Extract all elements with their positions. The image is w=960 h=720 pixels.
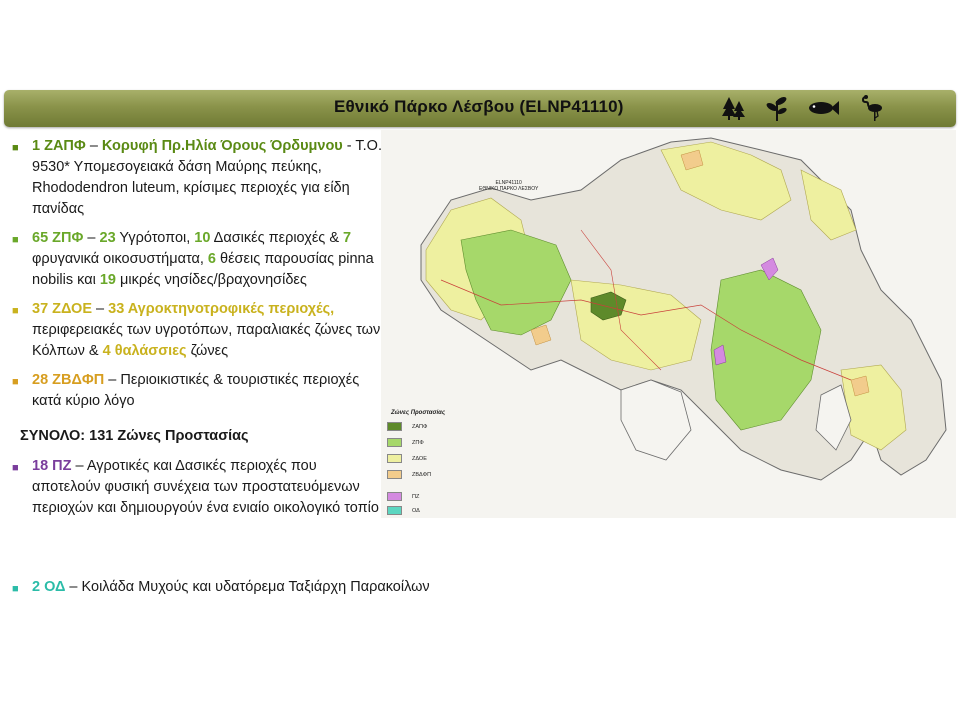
bullet-zapf: ■ 1 ΖΑΠΦ – Κορυφή Πρ.Ηλία Όρους Όρδυμνου… [12,138,382,217]
bullet-marker: ■ [12,462,19,474]
legend-item-zdoe: ΖΔΟΕ [387,454,427,463]
bullet-marker: ■ [12,305,19,317]
bullet-zvdfp: ■ 28 ΖΒΔΦΠ – Περιοικιστικές & τουριστικέ… [12,372,360,409]
legend-swatch [387,454,402,463]
legend-swatch [387,506,402,515]
bullet-pz: ■ 18 ΠΖ – Αγροτικές και Δασικές περιοχές… [12,458,379,516]
legend-item-od: ΟΔ [387,506,420,515]
lesvos-park-map: ELNP41110 ΕΘΝΙΚΟ ΠΑΡΚΟ ΛΕΣΒΟΥ Ζώνες Προσ… [381,130,956,518]
legend-item-pz: ΠΖ [387,492,419,501]
forest-icon [722,97,745,120]
fish-icon [809,101,839,115]
flamingo-icon [861,95,882,121]
bullet-zpf: ■ 65 ΖΠΦ – 23 Υγρότοποι, 10 Δασικές περι… [12,230,374,288]
legend-item-zvdfp: ΖΒΔΦΠ [387,470,431,479]
bullet-marker: ■ [12,234,19,246]
title-banner: Εθνικό Πάρκο Λέσβου (ELNP41110) [4,90,956,127]
legend-title: Ζώνες Προστασίας [391,410,446,416]
bullet-marker: ■ [12,376,19,388]
banner-icons [722,94,884,122]
bullet-marker: ■ [12,583,19,595]
legend-swatch [387,438,402,447]
total-zones: ΣΥΝΟΛΟ: 131 Ζώνες Προστασίας [20,428,249,444]
map-title-label: ELNP41110 ΕΘΝΙΚΟ ΠΑΡΚΟ ΛΕΣΒΟΥ [479,180,539,192]
bullet-marker: ■ [12,142,19,154]
legend-swatch [387,492,402,501]
island-map-graphic [381,130,956,518]
plant-icon [766,97,787,121]
legend-swatch [387,470,402,479]
legend-item-zpf: ΖΠΦ [387,438,424,447]
bullet-zdoe: ■ 37 ΖΔΟΕ – 33 Αγροκτηνοτροφικές περιοχέ… [12,301,381,359]
slide-title: Εθνικό Πάρκο Λέσβου (ELNP41110) [334,97,624,116]
legend-swatch [387,422,402,431]
legend-item-zapf: ΖΑΠΦ [387,422,427,431]
bullet-od: ■ 2 ΟΔ – Κοιλάδα Μυχούς και υδατόρεμα Τα… [10,577,592,598]
zone-descriptions: ■ 1 ΖΑΠΦ – Κορυφή Πρ.Ηλία Όρους Όρδυμνου… [10,136,382,519]
